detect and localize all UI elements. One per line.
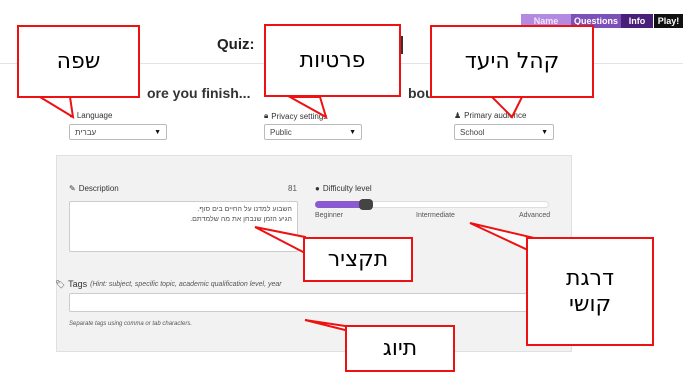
callout-language: שפה	[17, 25, 140, 98]
callout-pointer	[286, 96, 328, 120]
callout-pointer	[489, 96, 524, 119]
callout-privacy: פרטיות	[264, 24, 401, 97]
callout-description: תקציר	[303, 237, 413, 282]
callout-pointer	[254, 226, 306, 255]
callout-difficulty-line: דרגת	[566, 265, 614, 291]
callout-audience: קהל היעד	[430, 25, 594, 98]
callout-pointer	[36, 96, 75, 119]
callout-difficulty-line: קושי	[568, 291, 612, 317]
callout-difficulty: דרגת קושי	[526, 237, 654, 346]
callout-tags: תיוג	[345, 325, 455, 372]
